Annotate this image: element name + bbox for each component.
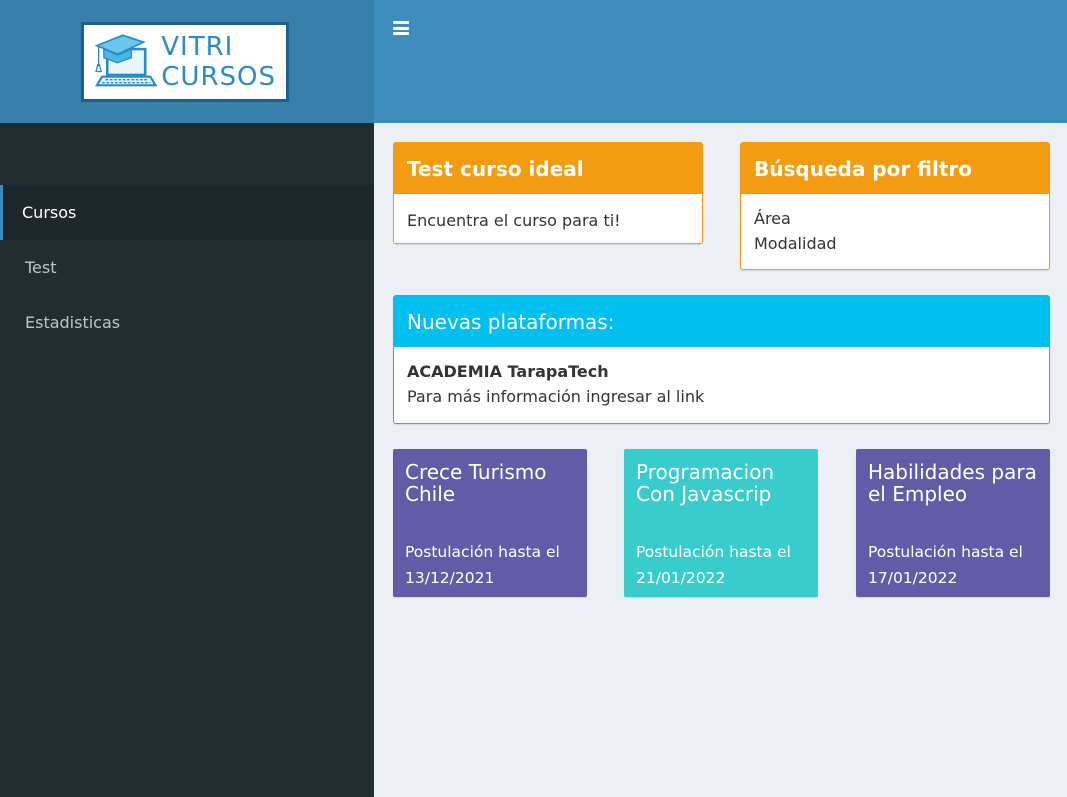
course-deadline-label: Postulación hasta el	[405, 543, 560, 561]
platforms-box-title: Nuevas plataformas:	[394, 296, 1049, 347]
course-deadline: Postulación hasta el 17/01/2022	[868, 539, 1038, 591]
filter-box-body: Área Modalidad	[741, 194, 1049, 270]
course-card[interactable]: Habilidades para el Empleo Postulación h…	[856, 449, 1050, 597]
course-deadline: Postulación hasta el 21/01/2022	[636, 539, 806, 591]
course-title: Programacion Con Javascrip	[636, 460, 775, 506]
busqueda-filtro-box: Búsqueda por filtro Área Modalidad	[740, 142, 1050, 270]
platform-name: ACADEMIA TarapaTech	[407, 362, 609, 381]
course-title: Crece Turismo Chile	[405, 460, 547, 506]
logo[interactable]: VITRI CURSOS	[81, 21, 289, 102]
course-card[interactable]: Crece Turismo Chile Postulación hasta el…	[393, 449, 587, 597]
top-navbar	[374, 0, 1067, 123]
test-curso-ideal-box[interactable]: Test curso ideal Encuentra el curso para…	[393, 142, 703, 244]
graduation-laptop-icon	[94, 33, 158, 86]
sidebar-menu: Cursos Test Estadisticas	[0, 185, 374, 350]
platforms-box-body: ACADEMIA TarapaTech Para más información…	[394, 347, 1049, 423]
course-deadline-label: Postulación hasta el	[636, 543, 791, 561]
course-deadline-date: 17/01/2022	[868, 569, 958, 587]
nuevas-plataformas-box: Nuevas plataformas: ACADEMIA TarapaTech …	[393, 295, 1050, 424]
sidebar-item-cursos[interactable]: Cursos	[0, 185, 374, 240]
test-box-title: Test curso ideal	[394, 143, 702, 194]
platform-info-link[interactable]: Para más información ingresar al link	[407, 384, 1036, 409]
course-deadline-date: 13/12/2021	[405, 569, 495, 587]
sidebar: VITRI CURSOS Cursos Test Estadisticas	[0, 0, 374, 797]
course-title: Habilidades para el Empleo	[868, 460, 1037, 506]
logo-text-line1: VITRI	[161, 31, 234, 62]
course-deadline: Postulación hasta el 13/12/2021	[405, 539, 575, 591]
course-deadline-date: 21/01/2022	[636, 569, 726, 587]
logo-text-line2: CURSOS	[161, 61, 276, 92]
filter-link-modalidad[interactable]: Modalidad	[754, 231, 1036, 256]
course-deadline-label: Postulación hasta el	[868, 543, 1023, 561]
filter-link-area[interactable]: Área	[754, 206, 1036, 231]
course-card[interactable]: Programacion Con Javascrip Postulación h…	[624, 449, 818, 597]
logo-area: VITRI CURSOS	[0, 0, 374, 123]
sidebar-item-test[interactable]: Test	[0, 240, 374, 295]
sidebar-item-estadisticas[interactable]: Estadisticas	[0, 295, 374, 350]
logo-text: VITRI CURSOS	[161, 32, 276, 92]
filter-box-title: Búsqueda por filtro	[741, 143, 1049, 194]
sidebar-toggle-icon[interactable]	[393, 20, 409, 36]
test-box-body: Encuentra el curso para ti!	[407, 211, 621, 230]
